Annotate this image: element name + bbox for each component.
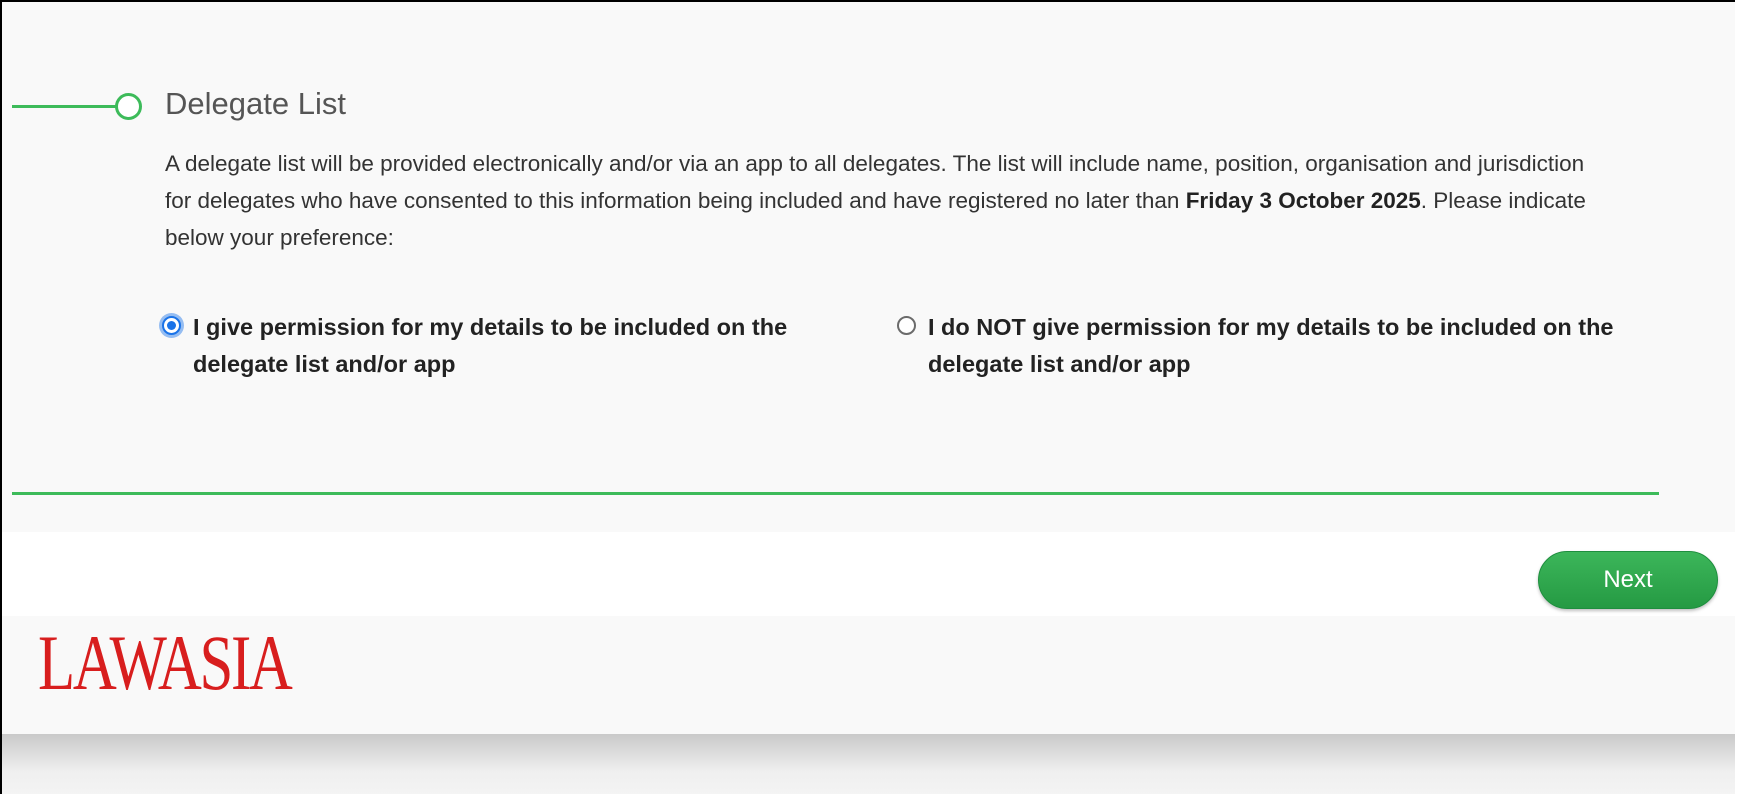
next-button[interactable]: Next bbox=[1538, 551, 1718, 609]
section-divider bbox=[12, 492, 1659, 495]
section-description: A delegate list will be provided electro… bbox=[165, 145, 1605, 256]
lawasia-logo: LAWASIA bbox=[38, 619, 293, 706]
navigation-bar bbox=[2, 532, 1735, 616]
delegate-list-section: Delegate List A delegate list will be pr… bbox=[2, 2, 1735, 532]
step-indicator-circle-icon bbox=[115, 93, 142, 120]
section-title: Delegate List bbox=[165, 86, 346, 121]
deadline-date: Friday 3 October 2025 bbox=[1185, 188, 1421, 213]
step-connector-line bbox=[12, 105, 117, 108]
page-frame: Delegate List A delegate list will be pr… bbox=[0, 0, 1735, 794]
permission-yes-option[interactable]: I give permission for my details to be i… bbox=[162, 309, 862, 383]
permission-no-radio[interactable] bbox=[897, 316, 916, 335]
permission-yes-label[interactable]: I give permission for my details to be i… bbox=[193, 309, 862, 383]
permission-no-option[interactable]: I do NOT give permission for my details … bbox=[897, 309, 1617, 383]
permission-no-label[interactable]: I do NOT give permission for my details … bbox=[928, 309, 1617, 383]
footer-shadow bbox=[2, 734, 1735, 794]
permission-yes-radio[interactable] bbox=[162, 316, 181, 335]
